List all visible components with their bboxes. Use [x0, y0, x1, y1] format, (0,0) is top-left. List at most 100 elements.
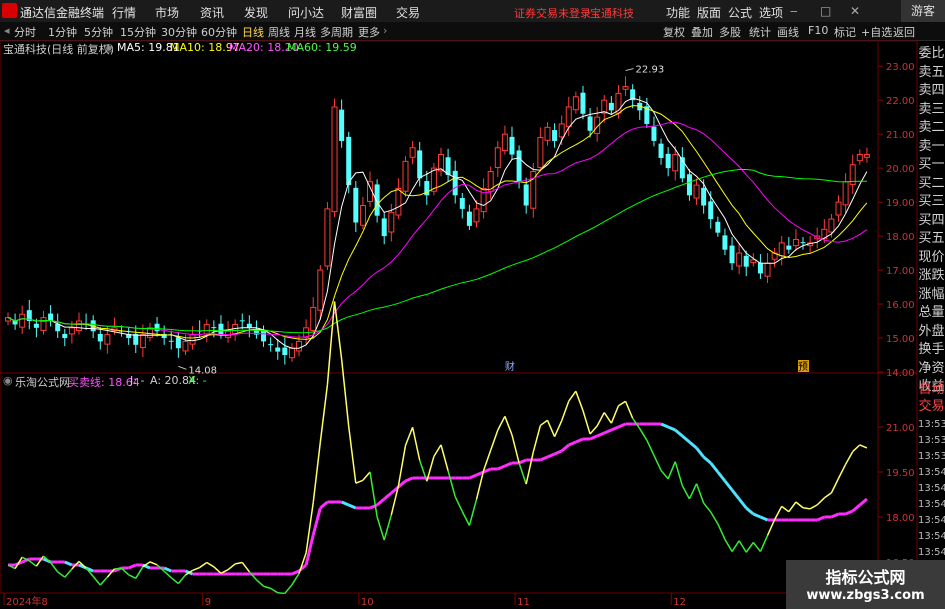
oscillator-segment: [703, 502, 712, 513]
candle-down: [800, 242, 806, 244]
candle-up: [19, 313, 26, 328]
buysell-segment: [660, 422, 669, 429]
oscillator-segment: [795, 501, 804, 509]
candle-up: [40, 317, 47, 332]
candle-down: [715, 221, 721, 233]
oscillator-segment: [255, 579, 265, 587]
candle-down: [381, 218, 387, 237]
buysell-segment: [610, 425, 620, 432]
side-button-0[interactable]: 委比: [918, 45, 945, 63]
oscillator-segment: [454, 496, 463, 512]
candle-up: [189, 334, 196, 345]
low-pointer: [178, 365, 187, 370]
low-label: 14.08: [188, 365, 217, 376]
side-button-9[interactable]: 买四: [918, 212, 945, 230]
buysell-segment: [560, 443, 570, 453]
candle-up: [736, 252, 743, 267]
candle-down: [466, 211, 472, 226]
buysell-segment: [752, 512, 762, 519]
ma10-line: [7, 105, 868, 340]
sub-indicator-layer: [7, 301, 868, 595]
side-button-8[interactable]: 买三: [918, 193, 945, 211]
side-button-13[interactable]: 涨幅: [918, 286, 945, 304]
candle-up: [139, 334, 146, 349]
buysell-segment: [376, 497, 386, 507]
buysell-segment: [737, 498, 748, 509]
side-button-1[interactable]: 卖五: [918, 64, 945, 82]
candle-up: [778, 242, 785, 257]
side-button-2[interactable]: 卖四: [918, 82, 945, 100]
side-button-5[interactable]: 卖一: [918, 138, 945, 156]
buysell-segment: [702, 455, 712, 465]
tick-time-1: 13:53: [918, 435, 945, 446]
side-button-17[interactable]: 净资: [918, 360, 945, 378]
side-button-20[interactable]: 交易: [918, 398, 945, 416]
buysell-segment: [858, 497, 868, 507]
side-button-16[interactable]: 换手: [918, 341, 945, 359]
oscillator-segment: [277, 591, 285, 595]
candle-up: [537, 137, 544, 168]
candle-up: [317, 269, 324, 311]
side-button-11[interactable]: 现价: [918, 249, 945, 267]
candle-down: [97, 333, 103, 342]
candle-up: [842, 181, 849, 206]
oscillator-segment: [667, 461, 676, 480]
side-button-15[interactable]: 外盘: [918, 323, 945, 341]
time-axis-layer: 2024年891011121: [3, 593, 829, 608]
oscillator-segment: [99, 576, 108, 586]
oscillator-segment: [532, 425, 542, 453]
oscillator-segment: [610, 405, 620, 424]
buysell-segment: [64, 560, 73, 567]
oscillator-segment: [802, 507, 811, 510]
candle-up: [672, 154, 679, 172]
side-button-19[interactable]: 自动: [918, 381, 945, 399]
candle-up: [494, 147, 501, 168]
candle-down: [523, 184, 529, 206]
side-button-3[interactable]: 卖三: [918, 101, 945, 119]
oscillator-segment: [355, 479, 364, 484]
oscillator-segment: [270, 587, 279, 594]
candle-up: [331, 106, 338, 213]
candle-up: [288, 347, 295, 359]
oscillator-segment: [830, 478, 840, 494]
buysell-segment: [163, 566, 172, 573]
buysell-segment: [851, 503, 861, 513]
side-button-4[interactable]: 卖二: [918, 119, 945, 137]
candle-down: [708, 201, 714, 220]
chart-canvas[interactable]: 22.93 14.08 财 预 14.00 15.00 16.00 17.00 18.00 19…: [0, 0, 918, 609]
candle-up: [792, 238, 799, 247]
side-button-6[interactable]: 买一: [918, 156, 945, 174]
oscillator-segment: [326, 301, 336, 385]
oscillator-segment: [816, 497, 825, 506]
oscillator-segment: [347, 426, 357, 484]
candle-up: [473, 208, 480, 223]
candle-down: [168, 340, 174, 342]
side-button-12[interactable]: 涨跌: [918, 267, 945, 285]
oscillator-segment: [177, 574, 187, 585]
candle-up: [203, 323, 210, 335]
oscillator-segment: [624, 401, 634, 419]
buysell-segment: [518, 458, 527, 465]
oscillator-segment: [263, 585, 271, 590]
candle-down: [701, 187, 707, 206]
oscillator-segment: [369, 471, 378, 517]
oscillator-segment: [859, 444, 868, 449]
oscillator-segment: [773, 505, 783, 520]
oscillator-segment: [546, 419, 556, 438]
price-axis-layer: 14.00 15.00 16.00 17.00 18.00 19.00 20.00 21.00…: [878, 62, 915, 569]
buysell-segment: [617, 422, 627, 429]
price-tick-label: 17.00: [886, 266, 915, 277]
side-button-7[interactable]: 买二: [918, 175, 945, 193]
oscillator-segment: [291, 573, 300, 586]
buysell-segment: [667, 425, 676, 432]
buysell-segment: [404, 476, 414, 483]
side-button-14[interactable]: 总量: [918, 304, 945, 322]
side-button-10[interactable]: 买五: [918, 230, 945, 248]
oscillator-segment: [639, 428, 648, 441]
candle-down: [608, 102, 614, 111]
tick-time-6: 13:54: [918, 515, 945, 526]
candle-up: [828, 218, 835, 233]
oscillator-segment: [575, 390, 584, 411]
buysell-segment: [596, 431, 605, 438]
buysell-segment: [730, 489, 741, 500]
